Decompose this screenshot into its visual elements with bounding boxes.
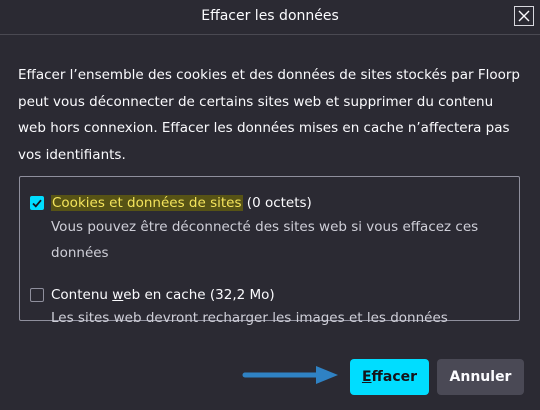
cache-label[interactable]: Contenu web en cache (32,2 Mo) <box>51 287 275 303</box>
cookies-checkbox-row[interactable]: Cookies et données de sites (0 octets) <box>30 192 491 214</box>
clear-button-accesskey: E <box>361 369 372 385</box>
clear-button-label: ffacer <box>371 369 418 385</box>
cache-label-before: Contenu <box>51 287 113 303</box>
cookies-label-text: Cookies et données de sites <box>51 195 243 211</box>
close-button[interactable] <box>514 6 534 26</box>
cache-label-accesskey: w <box>112 287 124 303</box>
cache-description: Les sites web devront recharger les imag… <box>51 310 448 326</box>
cache-checkbox-row[interactable]: Contenu web en cache (32,2 Mo) <box>30 284 491 306</box>
dialog-titlebar: Effacer les données <box>0 0 540 35</box>
cookies-label[interactable]: Cookies et données de sites (0 octets) <box>51 195 312 211</box>
clear-button[interactable]: Effacer <box>350 359 429 395</box>
dialog-description: Effacer l’ensemble des cookies et des do… <box>18 67 520 163</box>
cache-checkbox[interactable] <box>30 288 44 302</box>
cache-size: (32,2 Mo) <box>209 287 275 303</box>
cancel-button[interactable]: Annuler <box>437 359 524 395</box>
option-cache: Contenu web en cache (32,2 Mo) Les sites… <box>30 284 491 330</box>
options-groupbox: Cookies et données de sites (0 octets) V… <box>19 176 520 326</box>
clear-data-dialog: Effacer les données Effacer l’ensemble d… <box>0 0 540 410</box>
checkmark-icon <box>32 199 42 208</box>
cookies-size: (0 octets) <box>246 195 312 211</box>
cookies-description: Vous pouvez être déconnecté des sites we… <box>51 219 479 261</box>
option-cookies: Cookies et données de sites (0 octets) V… <box>30 192 491 266</box>
dialog-title: Effacer les données <box>201 8 339 24</box>
cookies-checkbox[interactable] <box>30 196 44 210</box>
close-icon <box>518 10 530 22</box>
cache-label-after: eb en cache <box>123 287 206 303</box>
pointer-arrow-icon <box>242 366 338 384</box>
